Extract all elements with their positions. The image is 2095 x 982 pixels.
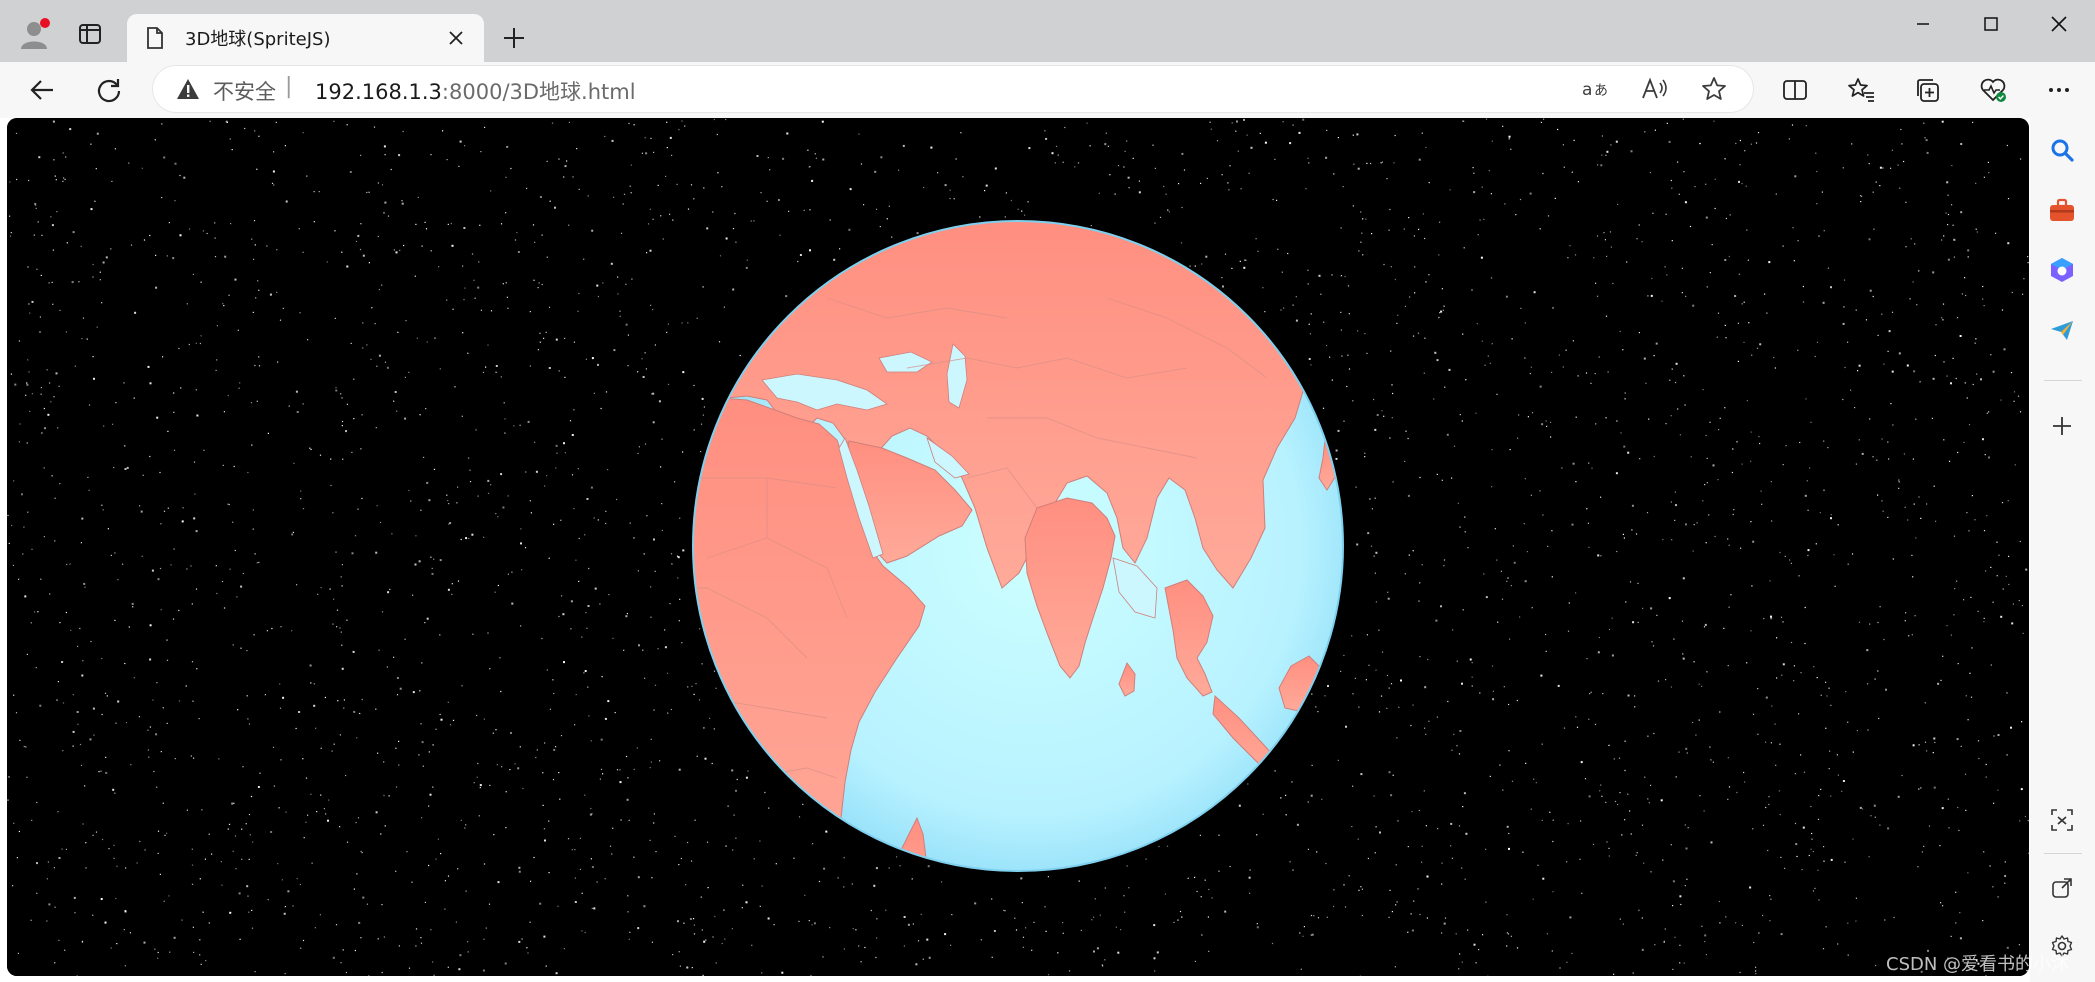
browser-essentials-button[interactable] <box>1973 70 2013 110</box>
minimize-icon <box>1917 23 1929 25</box>
svg-text:あ: あ <box>1594 83 1608 99</box>
warning-icon[interactable] <box>176 78 200 100</box>
address-separator: | <box>285 74 293 99</box>
sidebar-add-button[interactable] <box>2046 410 2078 442</box>
settings-more-button[interactable] <box>2039 70 2079 110</box>
new-tab-button[interactable] <box>494 18 534 58</box>
read-aloud-button[interactable] <box>1640 74 1670 104</box>
back-button[interactable] <box>22 70 62 110</box>
sidebar-open-external-button[interactable] <box>2046 872 2078 904</box>
tab-actions-icon <box>79 24 101 44</box>
url-host: 192.168.1.3 <box>315 80 442 104</box>
send-icon <box>2051 321 2073 340</box>
sidebar-divider <box>2044 853 2082 854</box>
url-text[interactable]: 192.168.1.3:8000/3D地球.html <box>315 76 636 106</box>
favorites-button[interactable] <box>1841 70 1881 110</box>
more-icon <box>2049 88 2069 92</box>
profile-avatar[interactable] <box>14 14 54 54</box>
edge-sidebar <box>2030 118 2095 982</box>
split-screen-icon <box>1783 80 1807 100</box>
favorite-button[interactable] <box>1699 74 1729 104</box>
csdn-watermark: CSDN @爱看书的小沐 <box>1886 954 2070 975</box>
office-icon <box>2051 258 2073 282</box>
add-icon <box>2053 417 2071 435</box>
read-aloud-translate-icon: a あ <box>1582 80 1608 100</box>
url-path: :8000/3D地球.html <box>441 80 636 104</box>
search-icon <box>2051 139 2074 162</box>
title-bar: 3D地球(SpriteJS) <box>0 0 2095 62</box>
split-screen-button[interactable] <box>1775 70 1815 110</box>
globe-scene[interactable] <box>7 118 2029 976</box>
sidebar-divider <box>2044 380 2082 381</box>
refresh-button[interactable] <box>89 70 129 110</box>
browser-essentials-icon <box>1980 78 2006 102</box>
sidebar-office-button[interactable] <box>2046 254 2078 286</box>
close-icon <box>2051 16 2067 32</box>
browser-tab-active[interactable]: 3D地球(SpriteJS) <box>127 14 484 62</box>
translate-button[interactable]: a あ <box>1580 74 1610 104</box>
sidebar-send-button[interactable] <box>2046 314 2078 346</box>
sidebar-search-button[interactable] <box>2046 134 2078 166</box>
collections-icon <box>1917 79 1939 102</box>
tab-title: 3D地球(SpriteJS) <box>185 29 331 50</box>
open-external-icon <box>2052 878 2072 898</box>
webpage-viewport <box>7 118 2029 976</box>
sidebar-screenshot-button[interactable] <box>2046 804 2078 836</box>
plus-icon <box>504 28 524 48</box>
close-window-button[interactable] <box>2026 0 2092 48</box>
screenshot-icon <box>2051 809 2073 831</box>
address-bar[interactable]: 不安全 | 192.168.1.3:8000/3D地球.html a あ <box>153 66 1753 112</box>
vertical-tabs-button[interactable] <box>70 14 110 54</box>
maximize-button[interactable] <box>1958 0 2024 48</box>
read-aloud-icon <box>1642 77 1667 99</box>
favorites-icon <box>1848 78 1874 102</box>
page-icon <box>144 25 166 51</box>
svg-text:a: a <box>1582 80 1592 100</box>
avatar-icon <box>21 18 50 49</box>
refresh-icon <box>97 79 121 103</box>
tab-close-icon[interactable] <box>442 24 470 52</box>
security-status-label[interactable]: 不安全 <box>213 76 276 106</box>
maximize-icon <box>1984 17 1998 31</box>
navigation-toolbar: 不安全 | 192.168.1.3:8000/3D地球.html a あ <box>0 62 2095 118</box>
sidebar-tools-button[interactable] <box>2046 194 2078 226</box>
collections-button[interactable] <box>1907 70 1947 110</box>
favorite-star-icon <box>1702 77 1726 100</box>
tools-icon <box>2050 198 2074 221</box>
minimize-button[interactable] <box>1890 0 1956 48</box>
back-arrow-icon <box>30 80 53 100</box>
